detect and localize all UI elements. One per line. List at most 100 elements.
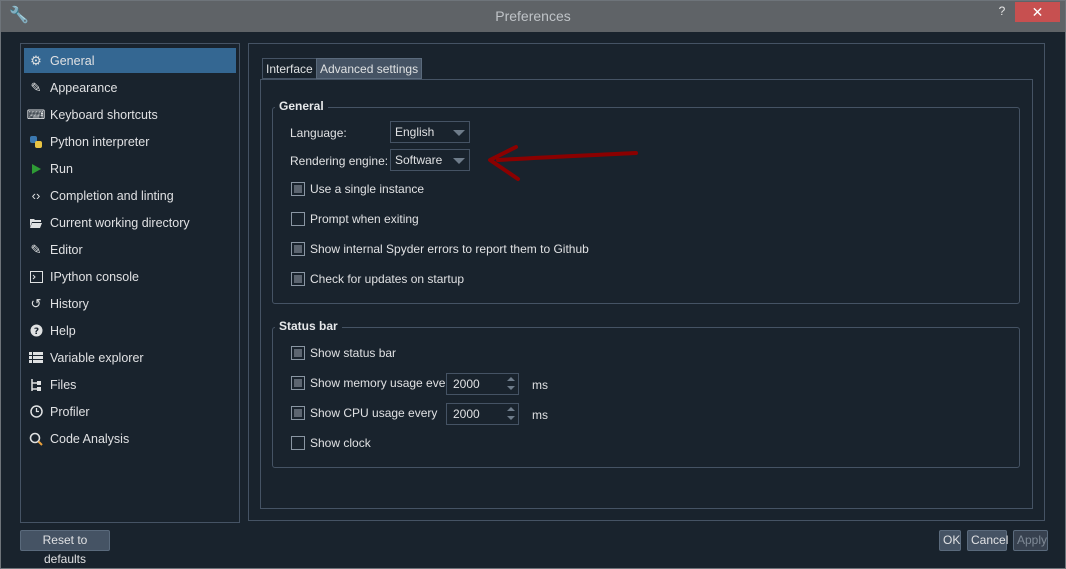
checkbox-box[interactable]: [291, 242, 305, 256]
sidebar-item-completion-and-linting[interactable]: ‹› Completion and linting: [24, 183, 236, 208]
keyboard-icon: ⌨: [26, 106, 46, 122]
tab-advanced-settings[interactable]: Advanced settings: [316, 58, 423, 79]
spin-down-icon[interactable]: [505, 414, 517, 423]
sidebar-item-label: Appearance: [50, 80, 118, 95]
sidebar-item-ipython-console[interactable]: IPython console: [24, 264, 236, 289]
sidebar-item-label: Profiler: [50, 404, 90, 419]
preferences-window: 🔧 Preferences ? ✕ ⚙ General ✎ Appearance…: [0, 0, 1066, 569]
check-updates-checkbox[interactable]: Check for updates on startup: [291, 272, 464, 286]
cancel-button[interactable]: Cancel: [967, 530, 1008, 551]
window-title: Preferences: [495, 8, 571, 24]
show-memory-usage-checkbox[interactable]: Show memory usage every: [291, 376, 455, 390]
sidebar-item-label: Python interpreter: [50, 134, 150, 149]
sidebar-item-editor[interactable]: ✎ Editor: [24, 237, 236, 262]
sidebar-item-general[interactable]: ⚙ General: [24, 48, 236, 73]
checkbox-box[interactable]: [291, 406, 305, 420]
eyedropper-icon: ✎: [30, 79, 42, 95]
code-icon: ‹›: [31, 188, 41, 203]
svg-text:?: ?: [33, 327, 38, 337]
checkbox-label: Use a single instance: [310, 182, 425, 196]
table-icon: [27, 349, 45, 367]
rendering-engine-label: Rendering engine:: [290, 154, 389, 168]
checkbox-label: Show clock: [310, 436, 371, 450]
title-bar: 🔧 Preferences ? ✕: [1, 1, 1065, 32]
sidebar-item-appearance[interactable]: ✎ Appearance: [24, 75, 236, 100]
checkbox-label: Prompt when exiting: [310, 212, 419, 226]
general-group-title: General: [275, 99, 328, 113]
sidebar-item-history[interactable]: ↺ History: [24, 291, 236, 316]
show-status-bar-checkbox[interactable]: Show status bar: [291, 346, 396, 360]
clock-icon: [27, 403, 45, 421]
spin-down-icon[interactable]: [505, 384, 517, 393]
close-button[interactable]: ✕: [1015, 2, 1060, 22]
annotation-arrow-icon: [488, 145, 638, 181]
sidebar-item-label: Current working directory: [50, 215, 190, 230]
sidebar-item-label: Code Analysis: [50, 431, 130, 446]
show-clock-checkbox[interactable]: Show clock: [291, 436, 371, 450]
checkbox-label: Show internal Spyder errors to report th…: [310, 242, 589, 256]
chevron-down-icon: [453, 130, 465, 136]
checkbox-box[interactable]: [291, 436, 305, 450]
checkbox-box[interactable]: [291, 272, 305, 286]
language-combobox[interactable]: English: [390, 121, 470, 143]
language-value: English: [395, 125, 435, 139]
checkbox-box[interactable]: [291, 376, 305, 390]
prompt-when-exiting-checkbox[interactable]: Prompt when exiting: [291, 212, 419, 226]
checkbox-box[interactable]: [291, 212, 305, 226]
sidebar-item-files[interactable]: Files: [24, 372, 236, 397]
folder-open-icon: [27, 214, 45, 232]
memory-interval-value: 2000: [453, 377, 480, 391]
language-label: Language:: [290, 126, 347, 140]
checkbox-label: Show CPU usage every: [310, 406, 438, 420]
file-tree-icon: [27, 376, 45, 394]
sidebar-item-label: Variable explorer: [50, 350, 144, 365]
spin-up-icon[interactable]: [505, 375, 517, 384]
sidebar-item-keyboard-shortcuts[interactable]: ⌨ Keyboard shortcuts: [24, 102, 236, 127]
rendering-engine-combobox[interactable]: Software: [390, 149, 470, 171]
apply-button[interactable]: Apply: [1013, 530, 1048, 551]
tab-interface[interactable]: Interface: [262, 58, 317, 79]
terminal-icon: [27, 268, 45, 286]
spin-up-icon[interactable]: [505, 405, 517, 414]
sidebar-item-label: Run: [50, 161, 73, 176]
ok-button[interactable]: OK: [939, 530, 961, 551]
sidebar-item-python-interpreter[interactable]: Python interpreter: [24, 129, 236, 154]
preferences-sidebar: ⚙ General ✎ Appearance ⌨ Keyboard shortc…: [20, 43, 240, 523]
checkbox-label: Show memory usage every: [310, 376, 456, 390]
sidebar-item-label: History: [50, 296, 89, 311]
reset-to-defaults-button[interactable]: Reset to defaults: [20, 530, 110, 566]
sidebar-item-current-working-directory[interactable]: Current working directory: [24, 210, 236, 235]
question-icon: ?: [27, 322, 45, 340]
single-instance-checkbox[interactable]: Use a single instance: [291, 182, 424, 196]
sidebar-item-run[interactable]: Run: [24, 156, 236, 181]
sidebar-item-label: General: [50, 53, 95, 68]
sidebar-item-label: IPython console: [50, 269, 139, 284]
cpu-interval-spinbox[interactable]: 2000: [446, 403, 519, 425]
chevron-down-icon: [453, 158, 465, 164]
sidebar-item-code-analysis[interactable]: Code Analysis: [24, 426, 236, 451]
checkbox-label: Show status bar: [310, 346, 397, 360]
help-button[interactable]: ?: [995, 4, 1009, 20]
memory-unit-label: ms: [532, 378, 548, 392]
gears-icon: ⚙: [30, 52, 42, 68]
sidebar-item-variable-explorer[interactable]: Variable explorer: [24, 345, 236, 370]
checkbox-box[interactable]: [291, 346, 305, 360]
sidebar-item-label: Completion and linting: [50, 188, 174, 203]
rendering-engine-value: Software: [395, 153, 443, 167]
sidebar-item-profiler[interactable]: Profiler: [24, 399, 236, 424]
checkbox-label: Check for updates on startup: [310, 272, 465, 286]
sidebar-item-label: Keyboard shortcuts: [50, 107, 158, 122]
sidebar-item-label: Help: [50, 323, 76, 338]
cpu-interval-value: 2000: [453, 407, 480, 421]
history-icon: ↺: [30, 295, 42, 311]
show-internal-errors-checkbox[interactable]: Show internal Spyder errors to report th…: [291, 242, 589, 256]
checkbox-box[interactable]: [291, 182, 305, 196]
memory-interval-spinbox[interactable]: 2000: [446, 373, 519, 395]
sidebar-item-label: Files: [50, 377, 77, 392]
show-cpu-usage-checkbox[interactable]: Show CPU usage every: [291, 406, 437, 420]
status-bar-group-title: Status bar: [275, 319, 342, 333]
edit-icon: ✎: [30, 241, 42, 257]
sidebar-item-help[interactable]: ? Help: [24, 318, 236, 343]
python-icon: [27, 133, 45, 151]
cpu-unit-label: ms: [532, 408, 548, 422]
